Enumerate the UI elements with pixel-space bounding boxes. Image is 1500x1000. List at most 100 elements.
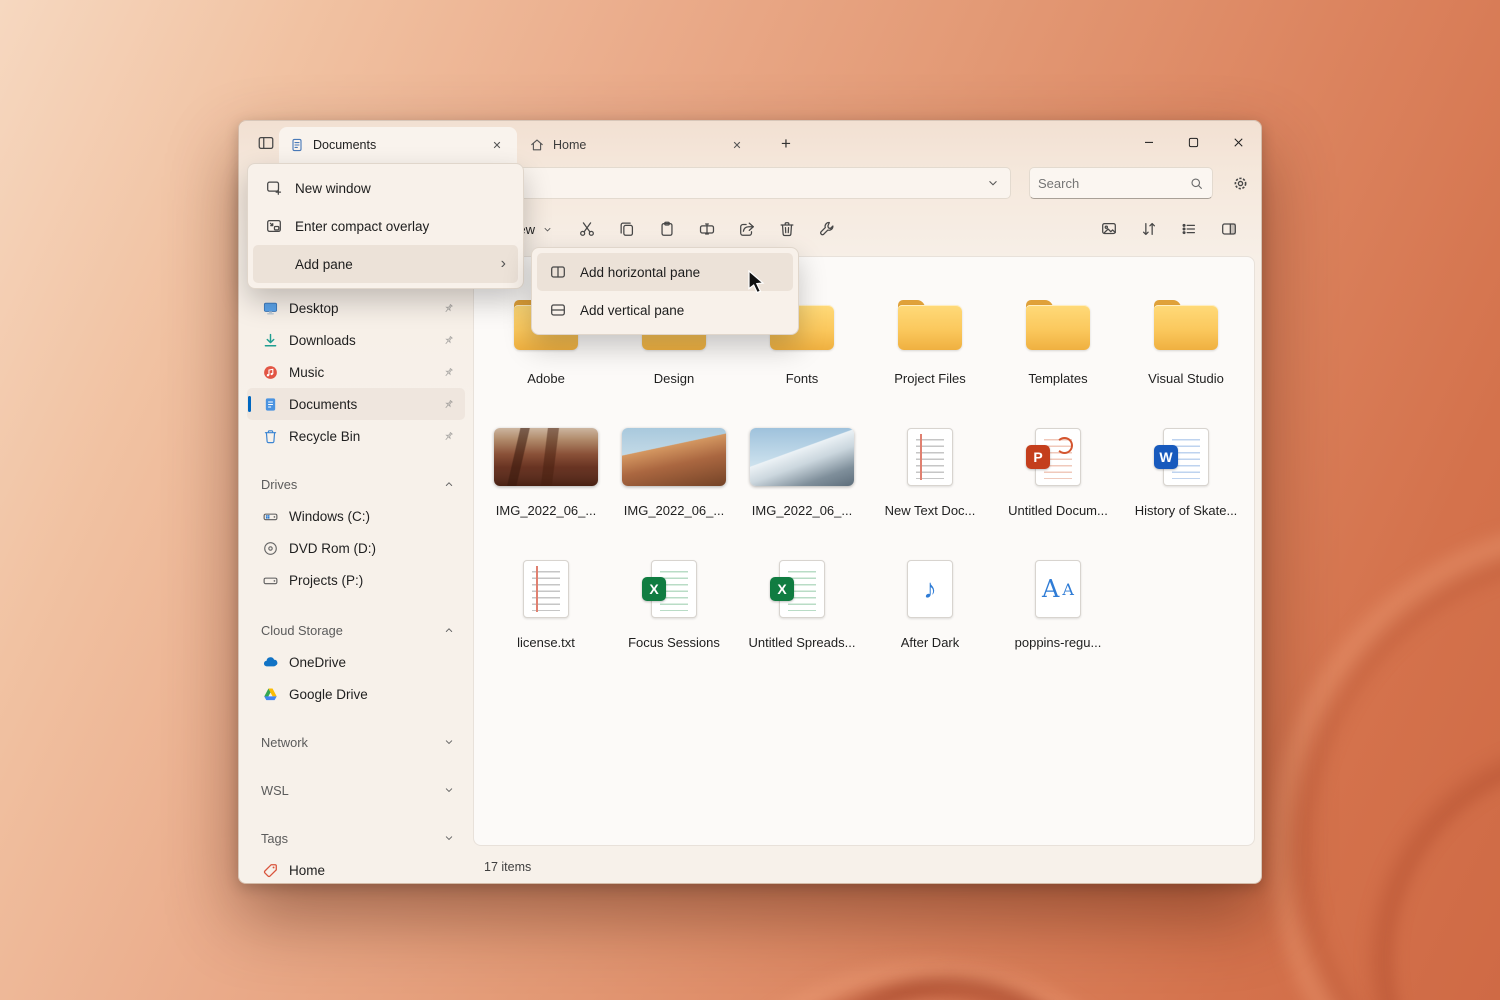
file-item[interactable]: X Focus Sessions <box>610 541 738 673</box>
file-item[interactable]: W History of Skate... <box>1122 409 1250 541</box>
sidebar: Desktop Downloads Music <box>239 251 473 883</box>
copy-button[interactable] <box>611 213 643 245</box>
pin-icon <box>442 430 455 443</box>
file-item[interactable]: AA poppins-regu... <box>994 541 1122 673</box>
view-options-icon <box>1180 220 1198 238</box>
gear-icon <box>1231 174 1250 193</box>
settings-button[interactable] <box>1225 167 1255 199</box>
new-window-icon <box>265 179 283 197</box>
folder-icon <box>1026 300 1090 350</box>
sort-button[interactable] <box>1133 213 1165 245</box>
properties-button[interactable] <box>811 213 843 245</box>
file-item[interactable]: IMG_2022_06_... <box>482 409 610 541</box>
rename-button[interactable] <box>691 213 723 245</box>
image-actions-button[interactable] <box>1093 213 1125 245</box>
item-count: 17 items <box>484 860 531 874</box>
menu-item-new-window[interactable]: New window <box>253 169 518 207</box>
sidebar-item-documents[interactable]: Documents <box>247 388 465 420</box>
file-item[interactable]: license.txt <box>482 541 610 673</box>
submenu-item-add-vertical-pane[interactable]: Add vertical pane <box>537 291 793 329</box>
sidebar-item-label: Music <box>289 365 324 380</box>
sidebar-item-music[interactable]: Music <box>247 356 465 388</box>
paste-icon <box>658 220 676 238</box>
close-window-button[interactable] <box>1216 121 1261 163</box>
file-label: Untitled Spreads... <box>749 635 856 650</box>
tag-icon <box>261 862 279 879</box>
excel-file-icon: X <box>779 560 825 618</box>
sidebar-item-recycle-bin[interactable]: Recycle Bin <box>247 420 465 452</box>
sidebar-item-tag-home[interactable]: Home <box>247 854 465 886</box>
documents-icon <box>261 396 279 413</box>
file-item[interactable]: New Text Doc... <box>866 409 994 541</box>
details-pane-button[interactable] <box>1213 213 1245 245</box>
image-thumbnail <box>750 428 854 486</box>
sidebar-item-desktop[interactable]: Desktop <box>247 292 465 324</box>
chevron-down-icon[interactable] <box>982 172 1004 194</box>
section-header-network[interactable]: Network <box>247 730 465 754</box>
sidebar-item-projects-p[interactable]: Projects (P:) <box>247 564 465 596</box>
search-icon <box>1189 176 1204 191</box>
file-label: license.txt <box>517 635 575 650</box>
section-header-drives[interactable]: Drives <box>247 472 465 496</box>
sidebar-item-label: Documents <box>289 397 357 412</box>
menu-item-label: Add pane <box>295 257 353 272</box>
paste-button[interactable] <box>651 213 683 245</box>
file-item[interactable]: ♪ After Dark <box>866 541 994 673</box>
new-tab-button[interactable]: + <box>773 132 799 156</box>
sidebar-toggle-button[interactable] <box>251 130 281 155</box>
tab-home[interactable]: Home ✕ <box>519 127 757 163</box>
file-item[interactable]: Visual Studio <box>1122 277 1250 409</box>
file-item[interactable]: IMG_2022_06_... <box>738 409 866 541</box>
sort-icon <box>1140 220 1158 238</box>
sidebar-item-downloads[interactable]: Downloads <box>247 324 465 356</box>
vertical-pane-icon <box>549 301 567 319</box>
view-options-button[interactable] <box>1173 213 1205 245</box>
sidebar-panel-icon <box>257 134 275 152</box>
delete-button[interactable] <box>771 213 803 245</box>
file-item[interactable]: Project Files <box>866 277 994 409</box>
sidebar-item-label: Desktop <box>289 301 339 316</box>
share-button[interactable] <box>731 213 763 245</box>
section-header-cloud-storage[interactable]: Cloud Storage <box>247 618 465 642</box>
rename-icon <box>698 220 716 238</box>
sidebar-item-dvd-d[interactable]: DVD Rom (D:) <box>247 532 465 564</box>
tab-close-icon[interactable]: ✕ <box>487 135 507 155</box>
sidebar-item-label: Projects (P:) <box>289 573 363 588</box>
menu-item-add-pane[interactable]: Add pane › <box>253 245 518 283</box>
submenu-item-label: Add vertical pane <box>580 303 684 318</box>
font-file-icon: AA <box>1035 560 1081 618</box>
section-header-wsl[interactable]: WSL <box>247 778 465 802</box>
file-label: IMG_2022_06_... <box>752 503 852 518</box>
menu-item-compact-overlay[interactable]: Enter compact overlay <box>253 207 518 245</box>
tab-label: Home <box>553 138 586 152</box>
word-file-icon: W <box>1163 428 1209 486</box>
address-bar[interactable] <box>475 167 1011 199</box>
pin-icon <box>442 366 455 379</box>
tab-documents[interactable]: Documents ✕ <box>279 127 517 163</box>
file-label: Templates <box>1028 371 1087 386</box>
section-header-tags[interactable]: Tags <box>247 826 465 850</box>
document-tab-icon <box>289 137 305 153</box>
cut-button[interactable] <box>571 213 603 245</box>
file-item[interactable]: Templates <box>994 277 1122 409</box>
maximize-button[interactable] <box>1171 121 1216 163</box>
file-item[interactable]: X Untitled Spreads... <box>738 541 866 673</box>
drive-c-icon <box>261 508 279 525</box>
sidebar-item-windows-c[interactable]: Windows (C:) <box>247 500 465 532</box>
tab-label: Documents <box>313 138 376 152</box>
chevron-up-icon <box>443 624 455 636</box>
file-item[interactable]: P Untitled Docum... <box>994 409 1122 541</box>
chevron-down-icon <box>443 784 455 796</box>
file-label: New Text Doc... <box>885 503 976 518</box>
search-input[interactable] <box>1038 176 1183 191</box>
sidebar-item-google-drive[interactable]: Google Drive <box>247 678 465 710</box>
file-label: Untitled Docum... <box>1008 503 1108 518</box>
minimize-button[interactable] <box>1126 121 1171 163</box>
file-item[interactable]: IMG_2022_06_... <box>610 409 738 541</box>
sidebar-item-onedrive[interactable]: OneDrive <box>247 646 465 678</box>
text-file-icon <box>907 428 953 486</box>
section-title: Cloud Storage <box>261 623 343 638</box>
section-title: WSL <box>261 783 289 798</box>
tab-close-icon[interactable]: ✕ <box>727 135 747 155</box>
scissors-icon <box>578 220 596 238</box>
